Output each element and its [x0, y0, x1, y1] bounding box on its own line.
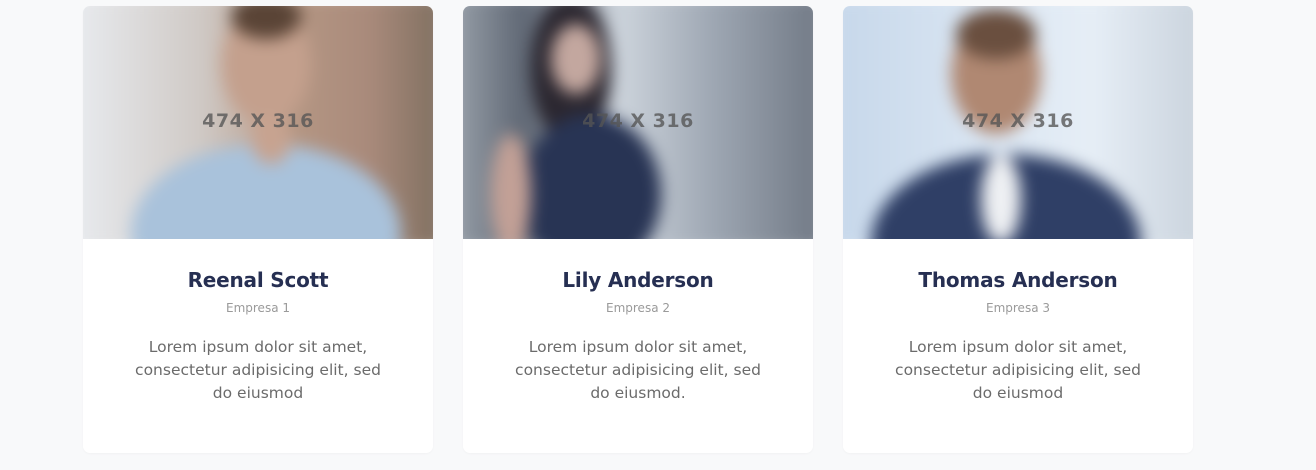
company-name: Empresa 2: [606, 301, 670, 315]
photo-placeholder-label: 474 X 316: [962, 110, 1074, 132]
testimonial-cards: 474 X 316 Reenal Scott Empresa 1 Lorem i…: [83, 6, 1193, 453]
person-name: Lily Anderson: [562, 268, 714, 292]
profile-photo: 474 X 316: [843, 6, 1193, 239]
company-name: Empresa 1: [226, 301, 290, 315]
photo-placeholder-label: 474 X 316: [202, 110, 314, 132]
team-card: 474 X 316 Reenal Scott Empresa 1 Lorem i…: [83, 6, 433, 453]
profile-photo: 474 X 316: [463, 6, 813, 239]
description-text: Lorem ipsum dolor sit amet, consectetur …: [135, 338, 381, 402]
company-name: Empresa 3: [986, 301, 1050, 315]
description-text: Lorem ipsum dolor sit amet, consectetur …: [895, 338, 1141, 402]
profile-photo: 474 X 316: [83, 6, 433, 239]
description-text: Lorem ipsum dolor sit amet, consectetur …: [515, 338, 761, 402]
person-name: Thomas Anderson: [918, 268, 1118, 292]
team-card: 474 X 316 Thomas Anderson Empresa 3 Lore…: [843, 6, 1193, 453]
photo-placeholder-label: 474 X 316: [582, 110, 694, 132]
team-card: 474 X 316 Lily Anderson Empresa 2 Lorem …: [463, 6, 813, 453]
person-name: Reenal Scott: [187, 268, 329, 292]
